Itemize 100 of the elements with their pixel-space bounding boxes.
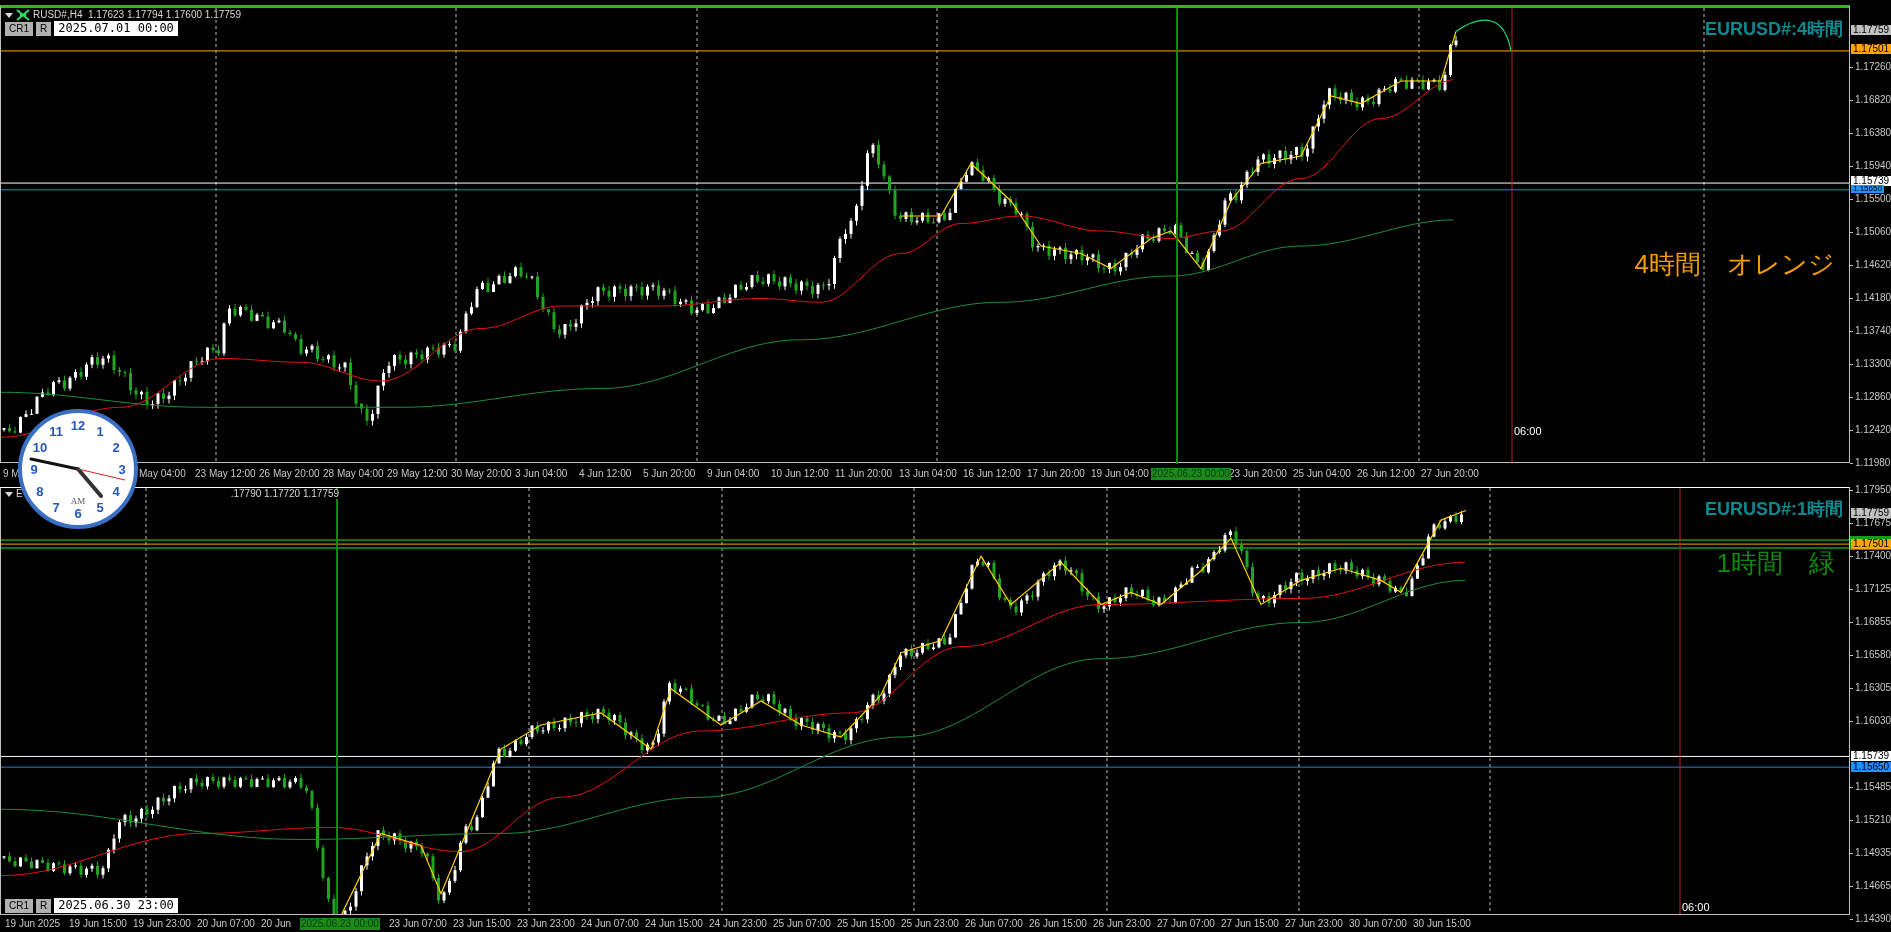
time-axis-label: 29 May 12:00: [386, 468, 449, 480]
time-axis-label: 23 Jun 07:00: [388, 918, 448, 930]
chart-button[interactable]: R: [36, 21, 52, 36]
clock-period-label: AM: [70, 496, 86, 506]
time-axis-label: 20 Jun 07:00: [196, 918, 256, 930]
price-axis-label: 1.16820: [1855, 95, 1891, 105]
date-field[interactable]: 2025.06.30 23:00: [54, 898, 178, 913]
time-axis-label: 25 Jun 04:00: [1292, 468, 1352, 480]
price-badge: 1.17501: [1851, 43, 1891, 54]
price-axis-label: 1.17950: [1855, 485, 1891, 495]
projection-line: [1455, 19, 1512, 52]
time-marker-label: 06:00: [1514, 426, 1542, 437]
price-axis-label: 1.15060: [1855, 227, 1891, 237]
dropdown-icon[interactable]: [5, 491, 13, 497]
clock-numeral: 3: [118, 462, 126, 477]
time-axis-label: 19 Jun 15:00: [68, 918, 128, 930]
time-axis-label: 2025.06.23 00:00: [300, 918, 380, 930]
price-axis-label: 1.14935: [1855, 848, 1891, 859]
time-axis-label: 24 Jun 07:00: [580, 918, 640, 930]
price-badge: 1.17759: [1851, 508, 1891, 518]
date-field[interactable]: 2025.07.01 00:00: [54, 21, 178, 36]
chart-header-text: RUSD#,H4 1.17623 1.17794 1.17600 1.17759: [33, 10, 241, 20]
time-axis-label: 26 May 20:00: [258, 468, 321, 480]
time-axis-label: 13 Jun 04:00: [898, 468, 958, 480]
clock-numeral: 12: [70, 418, 86, 433]
clock-numeral: 8: [36, 484, 44, 499]
time-axis-label: 27 Jun 15:00: [1220, 918, 1280, 930]
chart-note: 4時間 オレンジ: [1634, 251, 1835, 277]
price-axis-label: 1.15940: [1855, 161, 1891, 171]
clock-numeral: 1: [96, 423, 104, 439]
time-axis-label: 5 Jun 20:00: [642, 468, 697, 480]
time-axis-label: 9 Jun 04:00: [706, 468, 761, 480]
time-axis-label: 3 Jun 04:00: [514, 468, 569, 480]
clock-numeral: 6: [74, 506, 82, 521]
price-badge: 1.17501: [1851, 539, 1891, 550]
time-axis-label: 25 Jun 07:00: [772, 918, 832, 930]
chart-note: 1時間 緑: [1716, 550, 1835, 576]
price-axis-label: 1.13300: [1855, 359, 1891, 369]
price-axis-label: 1.12420: [1855, 425, 1891, 435]
time-axis-label: 25 Jun 15:00: [836, 918, 896, 930]
dropdown-icon[interactable]: [5, 12, 13, 18]
price-axis-label: 1.15210: [1855, 815, 1891, 826]
chart-button[interactable]: CR1: [5, 898, 33, 913]
time-axis-label: 16 Jun 12:00: [962, 468, 1022, 480]
price-axis-label: 1.16580: [1855, 650, 1891, 661]
price-badge: 1.17759: [1851, 24, 1891, 35]
time-axis-label: 26 Jun 15:00: [1028, 918, 1088, 930]
time-axis-label: 24 Jun 23:00: [708, 918, 768, 930]
time-axis-label: 9 M: [2, 468, 21, 480]
time-axis-label: 20 Jun: [260, 918, 293, 930]
clock-numeral: 2: [112, 440, 120, 455]
price-axis-label: 1.14390: [1855, 913, 1891, 924]
chart-header-text: .17790 1.17720 1.17759: [230, 489, 340, 499]
time-axis-label: 23 Jun 23:00: [516, 918, 576, 930]
time-axis-label: 23 Jun 15:00: [452, 918, 512, 930]
clock-numeral: 5: [96, 500, 104, 516]
time-axis-label: 28 May 04:00: [322, 468, 385, 480]
clock-numeral: 9: [30, 462, 38, 477]
clock-numeral: 7: [52, 500, 60, 516]
price-axis-label: 1.13740: [1855, 326, 1891, 336]
time-axis-label: 30 Jun 07:00: [1348, 918, 1408, 930]
price-axis-label: 1.11980: [1855, 458, 1891, 468]
time-axis-label: 4 Jun 12:00: [578, 468, 633, 480]
time-axis-label: 23 May 12:00: [194, 468, 257, 480]
price-axis-label: 1.17675: [1855, 518, 1891, 529]
price-axis-label: 1.17260: [1855, 62, 1891, 72]
chart-button[interactable]: R: [36, 898, 52, 913]
time-axis-label: 10 Jun 12:00: [770, 468, 830, 480]
price-axis-label: 1.16305: [1855, 683, 1891, 694]
price-badge: 1.15650: [1851, 184, 1884, 193]
time-axis-label: 30 Jun 15:00: [1412, 918, 1472, 930]
price-badge: 1.15650: [1851, 762, 1891, 773]
time-axis-label: 2025.06.23 00:00: [1151, 468, 1231, 480]
time-axis-label: 24 Jun 15:00: [644, 918, 704, 930]
price-axis-label: 1.14620: [1855, 260, 1891, 270]
time-axis-label: 26 Jun 12:00: [1356, 468, 1416, 480]
price-axis-label: 1.12860: [1855, 392, 1891, 402]
price-axis-label: 1.14665: [1855, 880, 1891, 891]
time-axis-label: 30 May 20:00: [450, 468, 513, 480]
time-axis-label: 19 Jun 04:00: [1090, 468, 1150, 480]
time-axis-label: 11 Jun 20:00: [834, 468, 894, 480]
price-axis-label: 1.16380: [1855, 128, 1891, 138]
time-axis-label: 27 Jun 07:00: [1156, 918, 1216, 930]
time-axis-label: 27 Jun 20:00: [1420, 468, 1480, 480]
time-axis-label: 19 Jun 2025: [4, 918, 62, 930]
time-axis-label: 17 Jun 20:00: [1026, 468, 1086, 480]
price-axis-label: 1.15500: [1855, 194, 1891, 204]
chart-header-text: E: [16, 489, 23, 499]
chart-title: EURUSD#:1時間: [1704, 500, 1843, 518]
price-axis-label: 1.17125: [1855, 584, 1891, 595]
chart-title: EURUSD#:4時間: [1704, 20, 1843, 38]
clock-numeral: 10: [32, 440, 48, 455]
time-axis-label: 26 Jun 23:00: [1092, 918, 1152, 930]
time-axis-label: 25 Jun 23:00: [900, 918, 960, 930]
clock-numeral: 4: [112, 484, 120, 499]
time-axis-label: 27 Jun 23:00: [1284, 918, 1344, 930]
chart-button[interactable]: CR1: [5, 21, 33, 36]
price-badge: 1.15739: [1851, 751, 1891, 762]
time-axis-label: 19 Jun 23:00: [132, 918, 192, 930]
price-axis-label: 1.16855: [1855, 616, 1891, 627]
